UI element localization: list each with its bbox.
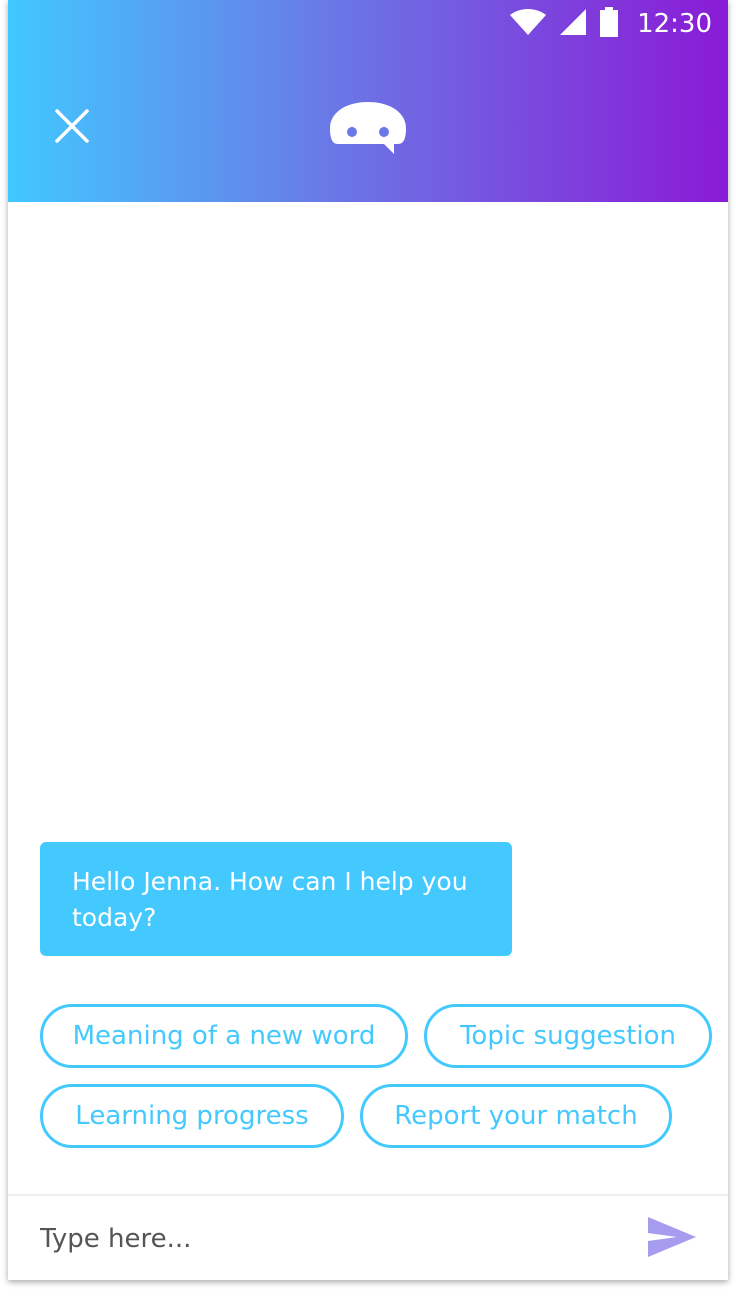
message-composer — [8, 1194, 728, 1280]
chat-screen: 12:30 Hello Jenna. How can I help you to… — [8, 0, 728, 1280]
battery-icon — [599, 7, 619, 41]
quick-reply-learning-progress[interactable]: Learning progress — [40, 1084, 344, 1148]
wifi-icon — [509, 8, 547, 40]
message-input[interactable] — [38, 1212, 618, 1266]
close-button[interactable] — [48, 104, 96, 152]
send-icon — [647, 1216, 697, 1262]
header-bar: 12:30 — [8, 0, 728, 202]
signal-icon — [559, 8, 587, 40]
chat-bot-logo-icon — [328, 100, 408, 156]
quick-reply-topic-suggestion[interactable]: Topic suggestion — [424, 1004, 712, 1068]
quick-reply-report-your-match[interactable]: Report your match — [360, 1084, 672, 1148]
quick-reply-meaning-of-a-new-word[interactable]: Meaning of a new word — [40, 1004, 408, 1068]
chat-message-area[interactable]: Hello Jenna. How can I help you today? M… — [8, 202, 728, 1194]
status-bar: 12:30 — [509, 0, 712, 48]
send-button[interactable] — [644, 1216, 700, 1262]
close-icon — [55, 109, 89, 147]
bot-message-bubble: Hello Jenna. How can I help you today? — [40, 842, 512, 956]
status-time: 12:30 — [637, 9, 712, 39]
